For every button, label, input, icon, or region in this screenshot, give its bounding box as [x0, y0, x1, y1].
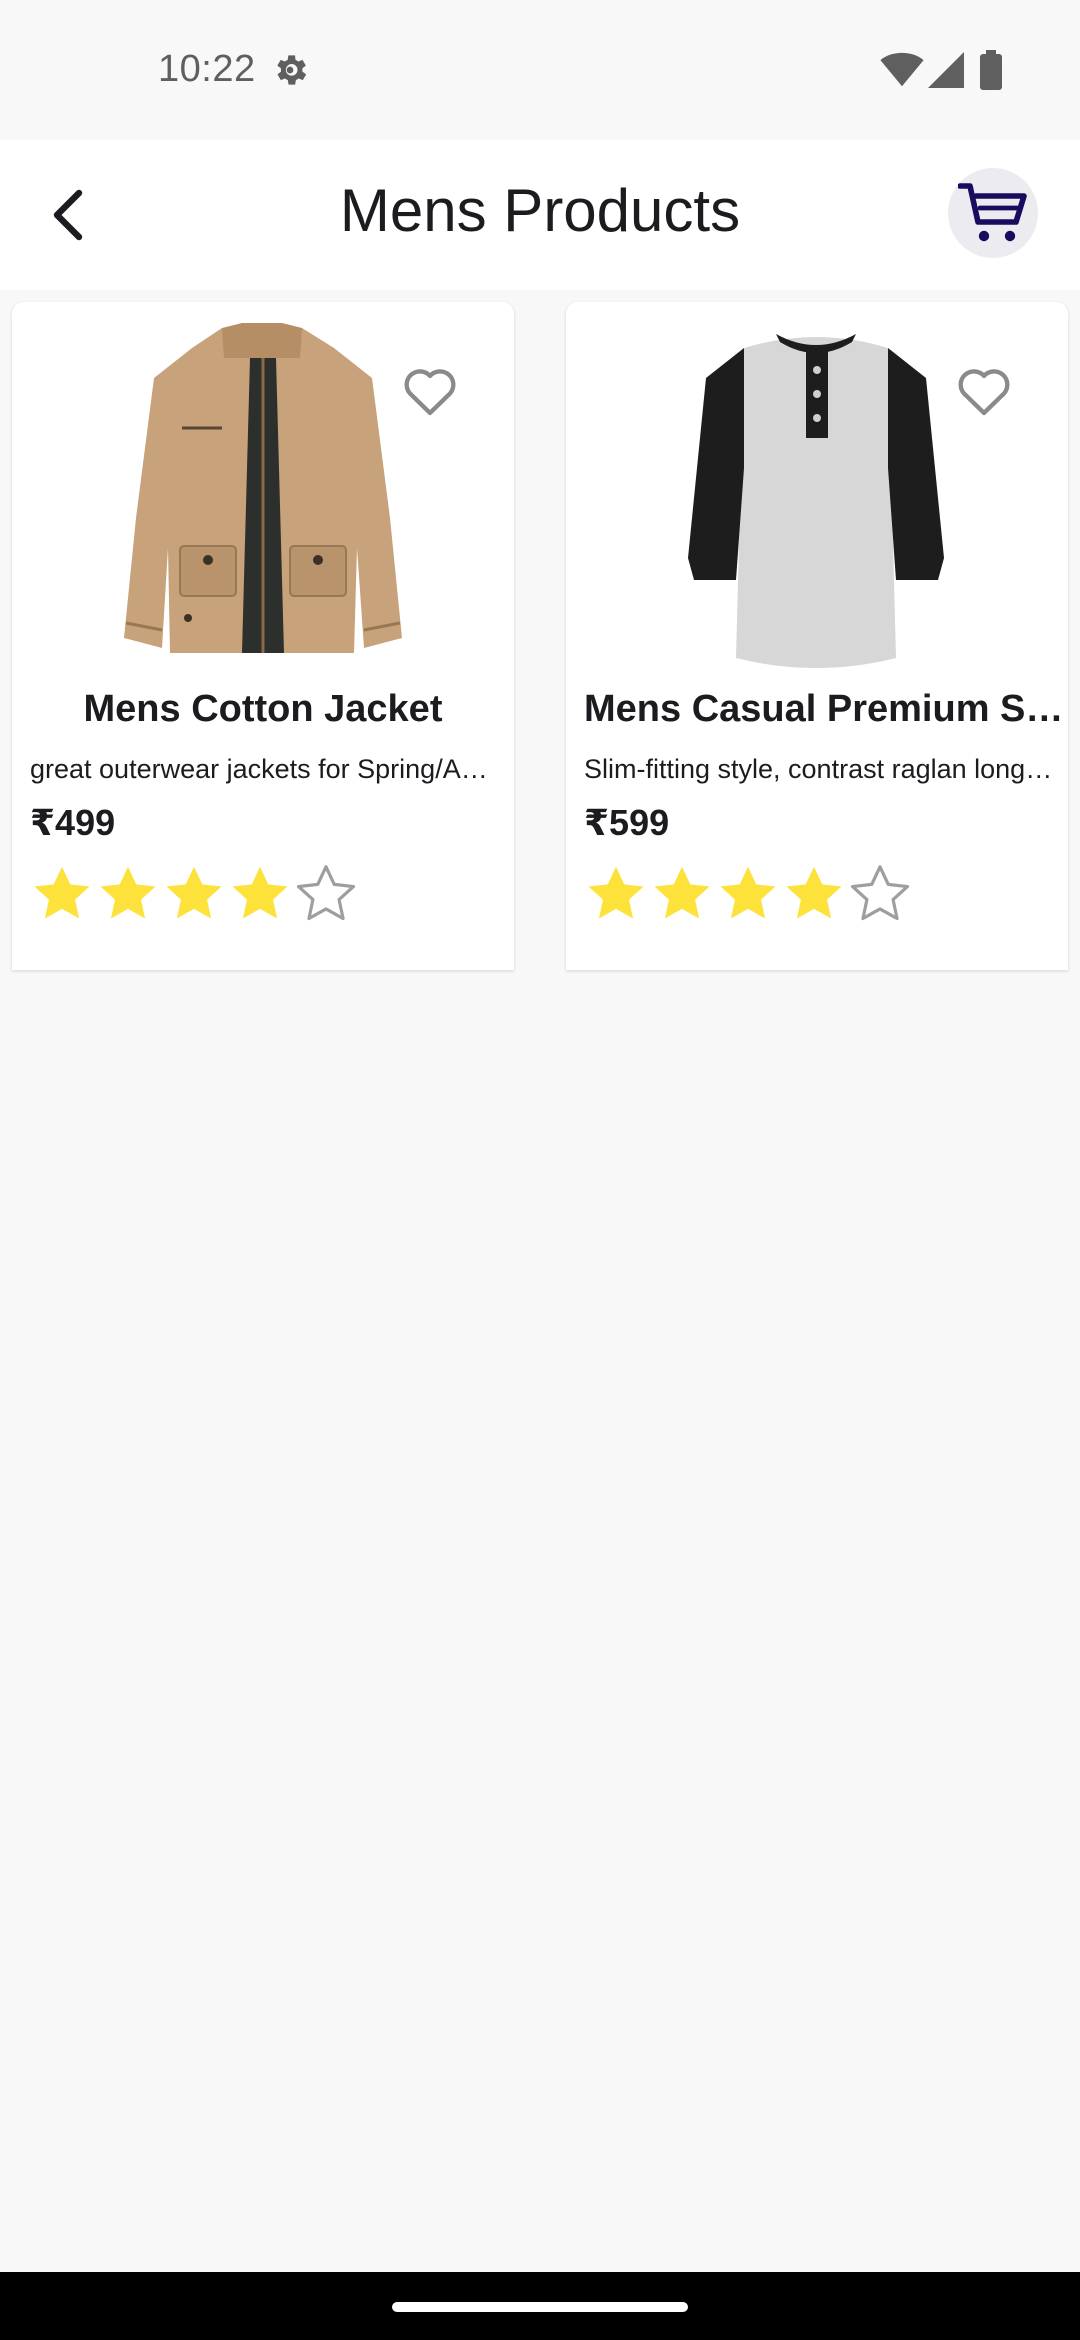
product-description: great outerwear jackets for Spring/Autum… — [30, 754, 502, 784]
favorite-button[interactable] — [952, 360, 1016, 420]
star-filled-icon — [100, 866, 156, 919]
star-empty-icon — [850, 865, 910, 921]
navigation-bar — [0, 2272, 1080, 2340]
gear-icon — [277, 55, 307, 85]
product-description: Slim-fitting style, contrast raglan long… — [584, 754, 1056, 784]
cart-icon — [958, 183, 1027, 242]
product-title: Mens Casual Premium Slim Fit T-Shirts — [584, 688, 1068, 730]
star-filled-icon — [232, 866, 288, 919]
favorite-button[interactable] — [398, 360, 462, 420]
star-filled-icon — [588, 866, 644, 919]
signal-icon — [928, 52, 964, 88]
battery-icon — [980, 50, 1002, 90]
star-filled-icon — [654, 866, 710, 919]
cart-button[interactable] — [948, 168, 1038, 258]
star-filled-icon — [34, 866, 90, 919]
page-title: Mens Products — [339, 177, 741, 244]
product-card[interactable]: Mens Cotton Jacket great outerwear jacke… — [12, 302, 514, 970]
heart-outline-icon — [958, 369, 1010, 416]
star-rating — [584, 862, 912, 926]
status-time: 10:22 — [158, 48, 256, 90]
product-image-raglan-shirt — [688, 334, 944, 668]
status-bar: 10:22 — [0, 0, 1080, 140]
star-empty-icon — [296, 865, 356, 921]
wifi-icon — [880, 52, 924, 87]
star-filled-icon — [720, 866, 776, 919]
star-filled-icon — [786, 866, 842, 919]
home-indicator[interactable] — [392, 2302, 688, 2312]
heart-outline-icon — [404, 369, 456, 416]
star-filled-icon — [166, 866, 222, 919]
product-price: ₹499 — [30, 802, 116, 843]
product-price: ₹599 — [584, 802, 670, 843]
product-title: Mens Cotton Jacket — [83, 688, 443, 730]
product-image-jacket — [124, 323, 402, 653]
screen: 10:22 Mens Products Mens Cotton Jacket g… — [0, 0, 1080, 2340]
product-card[interactable]: Mens Casual Premium Slim Fit T-Shirts Sl… — [566, 302, 1068, 970]
star-rating — [30, 862, 358, 926]
app-bar: Mens Products — [0, 140, 1080, 290]
